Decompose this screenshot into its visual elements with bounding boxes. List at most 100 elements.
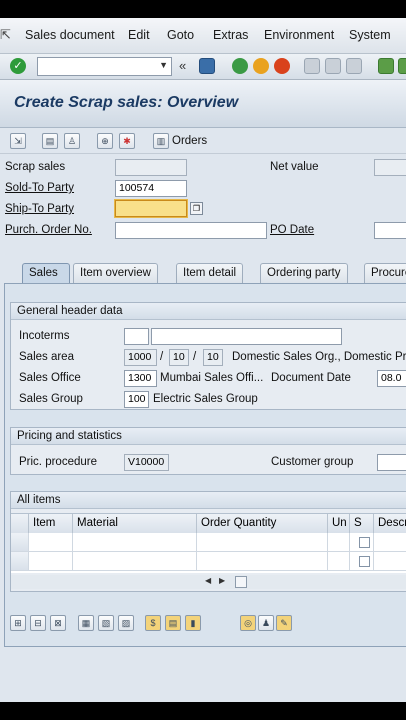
configuration-icon[interactable]: ▮: [185, 615, 201, 631]
sold-to-party-field[interactable]: 100574: [115, 180, 187, 197]
net-value-field: [374, 159, 406, 176]
value-help-icon[interactable]: ❐: [190, 202, 203, 215]
row-checkbox[interactable]: [359, 556, 370, 567]
column-material[interactable]: Material: [73, 514, 197, 533]
column-order-quantity[interactable]: Order Quantity: [197, 514, 328, 533]
shortcut-icon[interactable]: [398, 58, 406, 74]
orders-icon[interactable]: ▥: [153, 133, 169, 149]
table-cell[interactable]: [328, 552, 350, 571]
edit-icon[interactable]: ✎: [276, 615, 292, 631]
table-cell[interactable]: [73, 552, 197, 571]
deselect-all-icon[interactable]: ▨: [118, 615, 134, 631]
item-detail-icon[interactable]: ⊞: [10, 615, 26, 631]
dropdown-icon[interactable]: ▼: [159, 60, 168, 70]
incoterms-field[interactable]: [124, 328, 149, 345]
row-checkbox[interactable]: [359, 537, 370, 548]
po-date-field[interactable]: [374, 222, 406, 239]
general-header-group: General header data Incoterms Sales area…: [10, 302, 406, 410]
column-description[interactable]: Descr: [374, 514, 406, 533]
items-title: All items: [11, 492, 406, 509]
display-header-icon[interactable]: ⇲: [10, 133, 26, 149]
purch-order-label: Purch. Order No.: [5, 224, 92, 236]
find-next-icon[interactable]: [346, 58, 362, 74]
select-block-icon[interactable]: ▧: [98, 615, 114, 631]
separator: /: [160, 351, 164, 363]
document-flow-icon[interactable]: ⊕: [97, 133, 113, 149]
title-bar: Create Scrap sales: Overview: [0, 80, 406, 128]
pricing-procedure-label: Pric. procedure: [19, 456, 97, 468]
menu-sales-document[interactable]: Sales document: [25, 28, 115, 42]
document-date-field[interactable]: 08.0: [377, 370, 406, 387]
scroll-thumb[interactable]: [235, 576, 247, 588]
menu-system[interactable]: System: [349, 28, 391, 42]
row-selector-header[interactable]: [11, 514, 29, 533]
collapse-icon[interactable]: «: [179, 58, 186, 73]
sales-group-field[interactable]: 100: [124, 391, 149, 408]
separator: /: [193, 351, 197, 363]
back-icon[interactable]: [232, 58, 248, 74]
sales-group-description: Electric Sales Group: [153, 393, 258, 405]
scroll-right-icon[interactable]: ▶: [219, 576, 225, 585]
division-field: 10: [203, 349, 223, 366]
save-icon[interactable]: [199, 58, 215, 74]
table-cell[interactable]: [29, 533, 73, 552]
ship-to-party-field[interactable]: [115, 200, 187, 217]
menu-extras[interactable]: Extras: [213, 28, 248, 42]
column-s[interactable]: S: [350, 514, 374, 533]
po-date-label: PO Date: [270, 224, 315, 236]
tab-procurement[interactable]: Procure: [364, 263, 406, 283]
items-table: Item Material Order Quantity Un S Descr: [11, 513, 406, 573]
items-group: All items Item Material Order Quantity U…: [10, 491, 406, 592]
incoterms-label: Incoterms: [19, 330, 70, 342]
header-detail-icon[interactable]: ▤: [42, 133, 58, 149]
find-icon[interactable]: [325, 58, 341, 74]
insert-row-icon[interactable]: ⊟: [30, 615, 46, 631]
exit-session-icon[interactable]: [253, 58, 269, 74]
table-cell[interactable]: [73, 533, 197, 552]
tab-item-overview[interactable]: Item overview: [73, 263, 158, 283]
menu-edit[interactable]: Edit: [128, 28, 150, 42]
menu-environment[interactable]: Environment: [264, 28, 334, 42]
table-cell[interactable]: [374, 533, 406, 552]
table-cell[interactable]: [29, 552, 73, 571]
column-item[interactable]: Item: [29, 514, 73, 533]
scrap-sales-label: Scrap sales: [5, 161, 66, 173]
status-icon[interactable]: ✱: [119, 133, 135, 149]
cancel-icon[interactable]: [274, 58, 290, 74]
tab-sales[interactable]: Sales: [22, 263, 70, 283]
row-selector[interactable]: [11, 533, 29, 552]
sold-to-party-label: Sold-To Party: [5, 182, 75, 194]
print-icon[interactable]: [304, 58, 320, 74]
exit-icon[interactable]: ⇱: [0, 27, 11, 43]
enter-icon[interactable]: ✓: [10, 58, 26, 74]
table-cell[interactable]: [197, 533, 328, 552]
sales-office-description: Mumbai Sales Offi...: [160, 372, 264, 384]
command-field[interactable]: ▼: [37, 57, 172, 76]
partner-search-icon[interactable]: ♟: [258, 615, 274, 631]
sales-office-field[interactable]: 1300: [124, 370, 157, 387]
select-all-icon[interactable]: ▦: [78, 615, 94, 631]
command-field-value: [38, 60, 41, 72]
table-cell[interactable]: [374, 552, 406, 571]
purch-order-field[interactable]: [115, 222, 267, 239]
pricing-icon[interactable]: $: [145, 615, 161, 631]
new-session-icon[interactable]: [378, 58, 394, 74]
tab-item-detail[interactable]: Item detail: [176, 263, 244, 283]
horizontal-scrollbar[interactable]: ◀ ▶: [11, 575, 406, 589]
schedule-lines-icon[interactable]: ▤: [165, 615, 181, 631]
incoterms-part2-field[interactable]: [151, 328, 342, 345]
scroll-left-icon[interactable]: ◀: [205, 576, 211, 585]
menu-goto[interactable]: Goto: [167, 28, 194, 42]
orders-button[interactable]: Orders: [172, 135, 207, 147]
row-selector[interactable]: [11, 552, 29, 571]
table-cell[interactable]: [197, 552, 328, 571]
settings-icon[interactable]: ◎: [240, 615, 256, 631]
column-unit[interactable]: Un: [328, 514, 350, 533]
tab-ordering-party[interactable]: Ordering party: [260, 263, 348, 283]
application-toolbar: ⇲ ▤ ♙ ⊕ ✱ ▥ Orders: [0, 128, 406, 154]
table-cell[interactable]: [328, 533, 350, 552]
delete-row-icon[interactable]: ⊠: [50, 615, 66, 631]
customer-group-field[interactable]: [377, 454, 406, 471]
sales-area-description: Domestic Sales Org., Domestic Pr: [232, 351, 406, 363]
partner-icon[interactable]: ♙: [64, 133, 80, 149]
